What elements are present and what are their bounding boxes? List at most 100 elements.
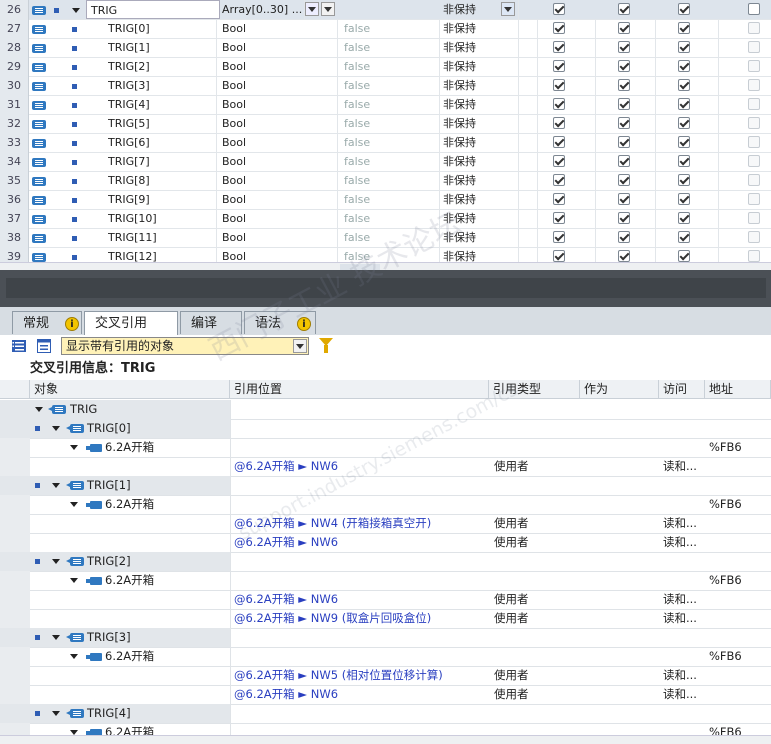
db-row[interactable]: 29 TRIG[2] Bool false 非保持	[0, 57, 771, 77]
expand-toggle-icon[interactable]	[70, 647, 78, 666]
monitor-checkbox[interactable]	[748, 136, 760, 148]
monitor-checkbox[interactable]	[748, 117, 760, 129]
visible-hmi-checkbox[interactable]	[618, 79, 630, 91]
column-header-address[interactable]: 地址	[705, 380, 771, 399]
variable-name[interactable]: TRIG[3]	[108, 76, 217, 95]
data-type[interactable]: Bool	[222, 114, 338, 133]
xref-location-row[interactable]: @6.2A开箱 ► NW9 (取盒片回吸盒位) 使用者 读和...	[0, 609, 771, 629]
retain-dropdown-button[interactable]	[501, 0, 517, 19]
expand-toggle-icon[interactable]	[52, 476, 60, 495]
retain-value[interactable]: 非保持	[443, 247, 519, 262]
data-type[interactable]: Bool	[222, 247, 338, 262]
xref-block-row[interactable]: 6.2A开箱 %FB6	[0, 438, 771, 458]
xref-object-row[interactable]: TRIG[1]	[0, 476, 771, 496]
default-value[interactable]: false	[344, 228, 440, 247]
data-type[interactable]: Bool	[222, 76, 338, 95]
expand-toggle-icon[interactable]	[70, 438, 78, 457]
accessible-hmi-checkbox[interactable]	[553, 250, 565, 262]
db-row[interactable]: 32 TRIG[5] Bool false 非保持	[0, 114, 771, 134]
xref-block-row[interactable]: 6.2A开箱 %FB6	[0, 723, 771, 735]
data-type[interactable]: Bool	[222, 209, 338, 228]
expand-toggle-icon[interactable]	[70, 495, 78, 514]
data-type[interactable]: Bool	[222, 57, 338, 76]
reference-location-link[interactable]: @6.2A开箱 ► NW5 (相对位置位移计算)	[234, 666, 443, 685]
retain-value[interactable]: 非保持	[443, 152, 519, 171]
reference-location-link[interactable]: @6.2A开箱 ► NW4 (开箱接箱真空开)	[234, 514, 431, 533]
monitor-checkbox[interactable]	[748, 79, 760, 91]
setpoint-checkbox[interactable]	[678, 155, 690, 167]
filter-dropdown-button[interactable]	[293, 339, 307, 353]
db-row[interactable]: 36 TRIG[9] Bool false 非保持	[0, 190, 771, 210]
monitor-checkbox[interactable]	[748, 41, 760, 53]
retain-value[interactable]: 非保持	[443, 133, 519, 152]
accessible-hmi-checkbox[interactable]	[553, 174, 565, 186]
data-type[interactable]: Bool	[222, 133, 338, 152]
visible-hmi-checkbox[interactable]	[618, 136, 630, 148]
data-type[interactable]: Bool	[222, 38, 338, 57]
reference-location-link[interactable]: @6.2A开箱 ► NW9 (取盒片回吸盒位)	[234, 609, 431, 628]
db-row[interactable]: 30 TRIG[3] Bool false 非保持	[0, 76, 771, 96]
db-row[interactable]: 34 TRIG[7] Bool false 非保持	[0, 152, 771, 172]
accessible-hmi-checkbox[interactable]	[553, 98, 565, 110]
visible-hmi-checkbox[interactable]	[618, 231, 630, 243]
retain-value[interactable]: 非保持	[443, 19, 519, 38]
column-header-as[interactable]: 作为	[580, 380, 659, 399]
visible-hmi-checkbox[interactable]	[618, 60, 630, 72]
accessible-hmi-checkbox[interactable]	[553, 117, 565, 129]
setpoint-checkbox[interactable]	[678, 98, 690, 110]
variable-name[interactable]: TRIG[8]	[108, 171, 217, 190]
xref-location-row[interactable]: @6.2A开箱 ► NW5 (相对位置位移计算) 使用者 读和...	[0, 666, 771, 686]
tab-cross-reference[interactable]: 交叉引用	[84, 311, 178, 335]
setpoint-checkbox[interactable]	[678, 174, 690, 186]
xref-location-row[interactable]: @6.2A开箱 ► NW4 (开箱接箱真空开) 使用者 读和...	[0, 514, 771, 534]
default-value[interactable]: false	[344, 114, 440, 133]
xref-location-row[interactable]: @6.2A开箱 ► NW6 使用者 读和...	[0, 533, 771, 553]
setpoint-checkbox[interactable]	[678, 79, 690, 91]
reference-location-link[interactable]: @6.2A开箱 ► NW6	[234, 457, 338, 476]
db-row[interactable]: 38 TRIG[11] Bool false 非保持	[0, 228, 771, 248]
tab-syntax[interactable]: 语法 i	[244, 311, 316, 334]
monitor-checkbox[interactable]	[748, 231, 760, 243]
visible-hmi-checkbox[interactable]	[618, 98, 630, 110]
variable-name[interactable]: TRIG[12]	[108, 247, 217, 262]
xref-location-row[interactable]: @6.2A开箱 ► NW6 使用者 读和...	[0, 457, 771, 477]
accessible-hmi-checkbox[interactable]	[553, 155, 565, 167]
variable-name-field[interactable]: TRIG	[86, 0, 220, 19]
retain-value[interactable]: 非保持	[443, 228, 519, 247]
data-type[interactable]: Bool	[222, 95, 338, 114]
db-row[interactable]: 33 TRIG[6] Bool false 非保持	[0, 133, 771, 153]
data-type[interactable]: Bool	[222, 19, 338, 38]
retain-value[interactable]: 非保持	[443, 190, 519, 209]
monitor-checkbox[interactable]	[748, 193, 760, 205]
accessible-hmi-checkbox[interactable]	[553, 79, 565, 91]
xref-location-row[interactable]: @6.2A开箱 ► NW6 使用者 读和...	[0, 590, 771, 610]
variable-name[interactable]: TRIG[10]	[108, 209, 217, 228]
accessible-hmi-checkbox[interactable]	[553, 3, 565, 15]
data-type[interactable]: Bool	[222, 171, 338, 190]
default-value[interactable]: false	[344, 152, 440, 171]
retain-value[interactable]: 非保持	[443, 76, 519, 95]
xref-root-row[interactable]: TRIG	[0, 400, 771, 420]
visible-hmi-checkbox[interactable]	[618, 3, 630, 15]
reference-location-link[interactable]: @6.2A开箱 ► NW6	[234, 590, 338, 609]
variable-name[interactable]: TRIG[7]	[108, 152, 217, 171]
variable-name[interactable]: TRIG[6]	[108, 133, 217, 152]
tab-compile[interactable]: 编译	[180, 311, 242, 334]
db-row[interactable]: 37 TRIG[10] Bool false 非保持	[0, 209, 771, 229]
expand-toggle-icon[interactable]	[52, 704, 60, 723]
default-value[interactable]: false	[344, 38, 440, 57]
type-browse-button[interactable]	[305, 0, 319, 19]
xref-location-row[interactable]: @6.2A开箱 ► NW6 使用者 读和...	[0, 685, 771, 705]
db-row[interactable]: 28 TRIG[1] Bool false 非保持	[0, 38, 771, 58]
visible-hmi-checkbox[interactable]	[618, 212, 630, 224]
data-type[interactable]: Bool	[222, 228, 338, 247]
accessible-hmi-checkbox[interactable]	[553, 60, 565, 72]
type-dropdown-button[interactable]	[321, 0, 337, 19]
column-header-location[interactable]: 引用位置	[230, 380, 489, 399]
accessible-hmi-checkbox[interactable]	[553, 212, 565, 224]
retain-value[interactable]: 非保持	[443, 171, 519, 190]
filter-funnel-icon[interactable]	[319, 338, 333, 353]
visible-hmi-checkbox[interactable]	[618, 155, 630, 167]
reference-location-link[interactable]: @6.2A开箱 ► NW6	[234, 533, 338, 552]
data-type[interactable]: Bool	[222, 152, 338, 171]
